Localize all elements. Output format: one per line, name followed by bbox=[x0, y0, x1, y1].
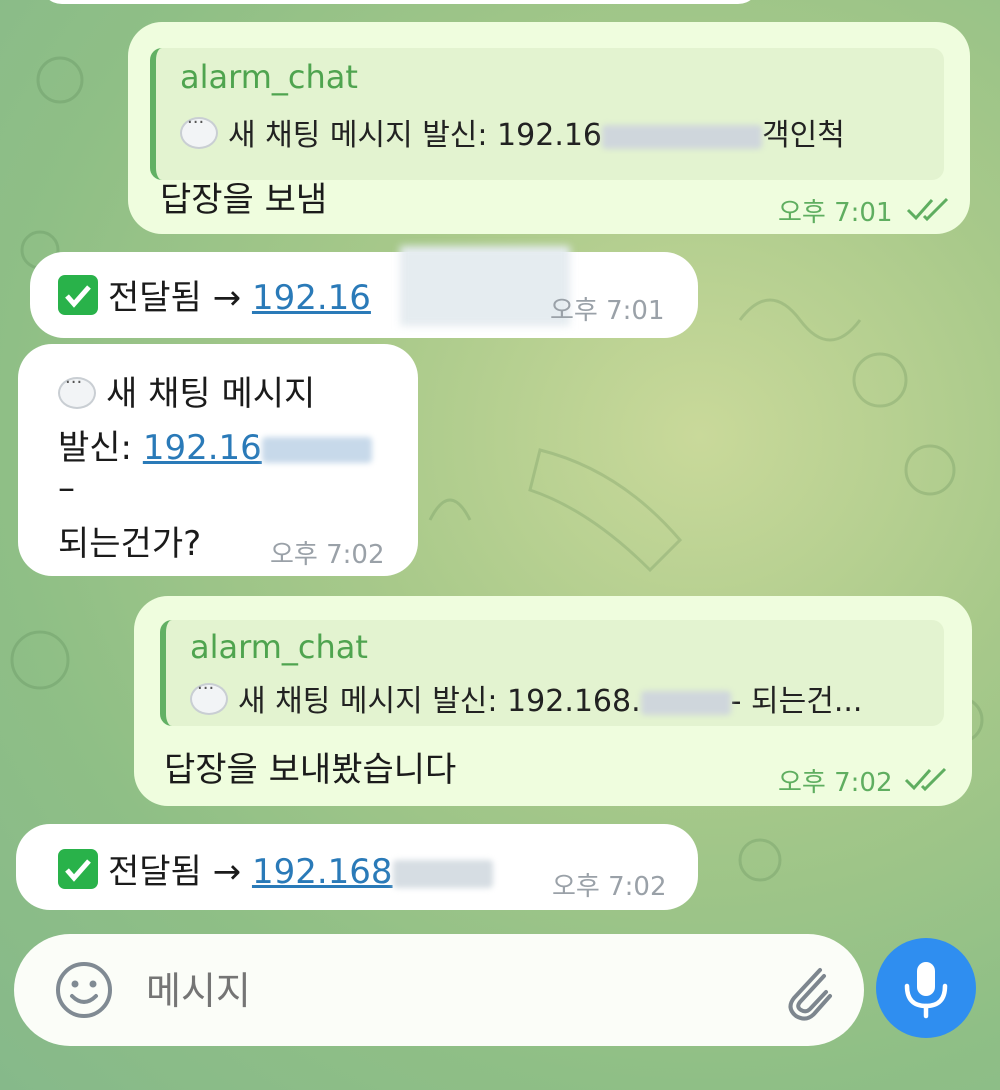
reply-snippet-text: 새 채팅 메시지 발신: 192.168. bbox=[238, 684, 641, 719]
reply-sender-name: alarm_chat bbox=[180, 58, 358, 96]
outgoing-message[interactable]: alarm_chat 새 채팅 메시지 발신: 192.16 객인척 답장을 보냄… bbox=[128, 22, 970, 234]
message-line: 발신: 192.16 bbox=[58, 420, 372, 469]
incoming-message[interactable]: 전달됨 → 192.168 오후 7:02 bbox=[16, 824, 698, 910]
forward-status: 전달됨 → 192.168 bbox=[58, 844, 493, 893]
incoming-message[interactable]: 전달됨 → 192.16 오후 7:01 bbox=[30, 246, 698, 338]
microphone-icon bbox=[904, 962, 948, 1019]
check-mark-icon bbox=[58, 275, 98, 315]
emoji-icon[interactable] bbox=[52, 958, 116, 1022]
message-time: 오후 7:01 bbox=[778, 198, 893, 228]
reply-preview[interactable]: alarm_chat 새 채팅 메시지 발신: 192.168. - 되는건... bbox=[160, 620, 944, 726]
redacted-text bbox=[261, 436, 372, 463]
reply-preview[interactable]: alarm_chat 새 채팅 메시지 발신: 192.16 객인척 bbox=[150, 48, 944, 180]
speech-bubble-icon bbox=[180, 112, 218, 149]
message-time: 오후 7:02 bbox=[270, 540, 385, 570]
outgoing-message[interactable]: alarm_chat 새 채팅 메시지 발신: 192.168. - 되는건...… bbox=[134, 596, 972, 806]
message-text: 발신: bbox=[58, 428, 133, 468]
ip-link[interactable]: 192.16 bbox=[252, 278, 371, 318]
message-time: 오후 7:02 bbox=[552, 872, 667, 902]
message-line: – bbox=[58, 468, 75, 508]
reply-snippet-suffix: 객인척 bbox=[762, 118, 845, 153]
message-text: 답장을 보내봤습니다 bbox=[164, 750, 457, 790]
message-line: 새 채팅 메시지 bbox=[58, 366, 315, 415]
message-line: 되는건가? bbox=[58, 524, 202, 564]
reply-snippet: 새 채팅 메시지 발신: 192.168. - 되는건... bbox=[190, 676, 940, 720]
redacted-text bbox=[392, 859, 493, 888]
message-time: 오후 7:02 bbox=[778, 768, 893, 798]
incoming-message[interactable]: 새 채팅 메시지 발신: 192.16 – 되는건가? 오후 7:02 bbox=[18, 344, 418, 576]
message-text: 새 채팅 메시지 bbox=[106, 374, 316, 414]
voice-record-button[interactable] bbox=[876, 938, 976, 1038]
reply-sender-name: alarm_chat bbox=[190, 628, 368, 666]
message-composer[interactable] bbox=[14, 934, 864, 1046]
redacted-text bbox=[640, 690, 731, 715]
ip-link[interactable]: 192.168 bbox=[252, 852, 393, 892]
redacted-text bbox=[602, 124, 763, 149]
double-check-icon bbox=[906, 197, 949, 222]
message-text: 답장을 보냄 bbox=[160, 180, 328, 220]
forward-label: 전달됨 → bbox=[108, 852, 242, 892]
paperclip-icon[interactable] bbox=[778, 956, 838, 1026]
forward-label: 전달됨 → bbox=[108, 278, 242, 318]
speech-bubble-icon bbox=[58, 372, 96, 409]
ip-link[interactable]: 192.16 bbox=[143, 428, 262, 468]
message-time: 오후 7:01 bbox=[550, 296, 665, 326]
reply-snippet-text: 새 채팅 메시지 발신: 192.16 bbox=[228, 118, 603, 153]
reply-snippet: 새 채팅 메시지 발신: 192.16 객인척 bbox=[180, 110, 940, 154]
forward-status: 전달됨 → 192.16 bbox=[58, 270, 371, 319]
redacted-overlay bbox=[400, 246, 570, 326]
message-input[interactable] bbox=[144, 958, 748, 1024]
check-mark-icon bbox=[58, 849, 98, 889]
reply-snippet-suffix: - 되는건... bbox=[730, 684, 863, 719]
speech-bubble-icon bbox=[190, 678, 228, 715]
previous-message-edge bbox=[40, 0, 760, 4]
double-check-icon bbox=[904, 767, 947, 792]
